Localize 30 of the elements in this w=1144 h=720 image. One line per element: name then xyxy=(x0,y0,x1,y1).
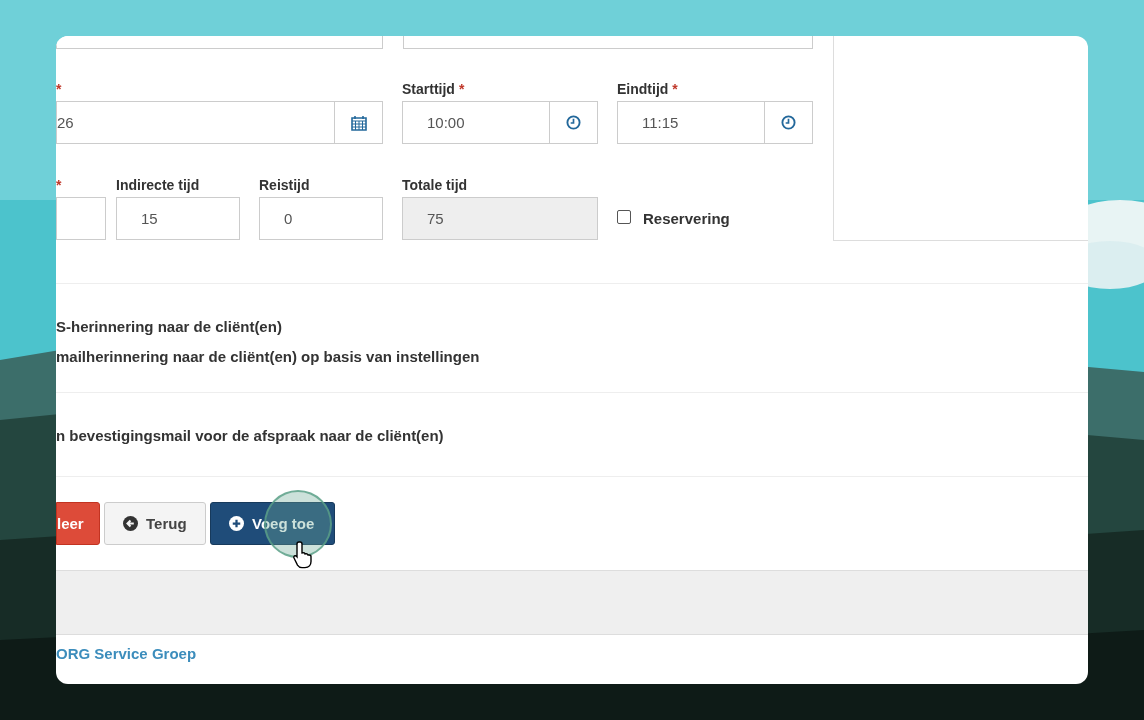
option-label: n bevestigingsmail voor de afspraak naar de cliënt(en) xyxy=(56,426,445,445)
cancel-button[interactable]: leer xyxy=(56,502,100,545)
clock-icon xyxy=(566,115,581,130)
number-input[interactable]: 0 xyxy=(259,197,383,240)
number-input[interactable]: 75 xyxy=(402,197,598,240)
required-mark: * xyxy=(672,81,678,97)
checkbox-label: Reservering xyxy=(643,210,730,227)
required-mark: * xyxy=(458,81,465,97)
field-label: Reistijd xyxy=(259,177,310,193)
checkbox[interactable] xyxy=(617,209,631,224)
field-label: Indirecte tijd xyxy=(116,177,200,193)
option-label: mailherinnering naar de cliënt(en) op basis van instellingen xyxy=(56,347,481,366)
option-label: S-herinnering naar de cliënt(en) xyxy=(56,317,283,336)
time-field[interactable]: 10:00 xyxy=(402,101,598,144)
number-input[interactable] xyxy=(56,197,106,240)
field-label: Totale tijd xyxy=(402,177,468,193)
field-label: Eindtijd xyxy=(617,81,669,97)
back-button[interactable]: Terug xyxy=(104,502,206,545)
footer-link[interactable]: ORG Service Groep xyxy=(56,645,197,662)
required-mark: * xyxy=(56,177,62,193)
back-arrow-icon xyxy=(123,516,138,531)
clock-icon xyxy=(781,115,796,130)
number-input[interactable]: 15 xyxy=(116,197,240,240)
date-field[interactable]: 26 xyxy=(56,101,383,144)
calendar-icon xyxy=(350,114,367,131)
field-label: Starttijd xyxy=(402,81,455,97)
plus-icon xyxy=(229,516,244,531)
required-mark: * xyxy=(56,81,62,97)
add-button[interactable]: Voeg toe xyxy=(210,502,335,545)
time-field[interactable]: 11:15 xyxy=(617,101,813,144)
